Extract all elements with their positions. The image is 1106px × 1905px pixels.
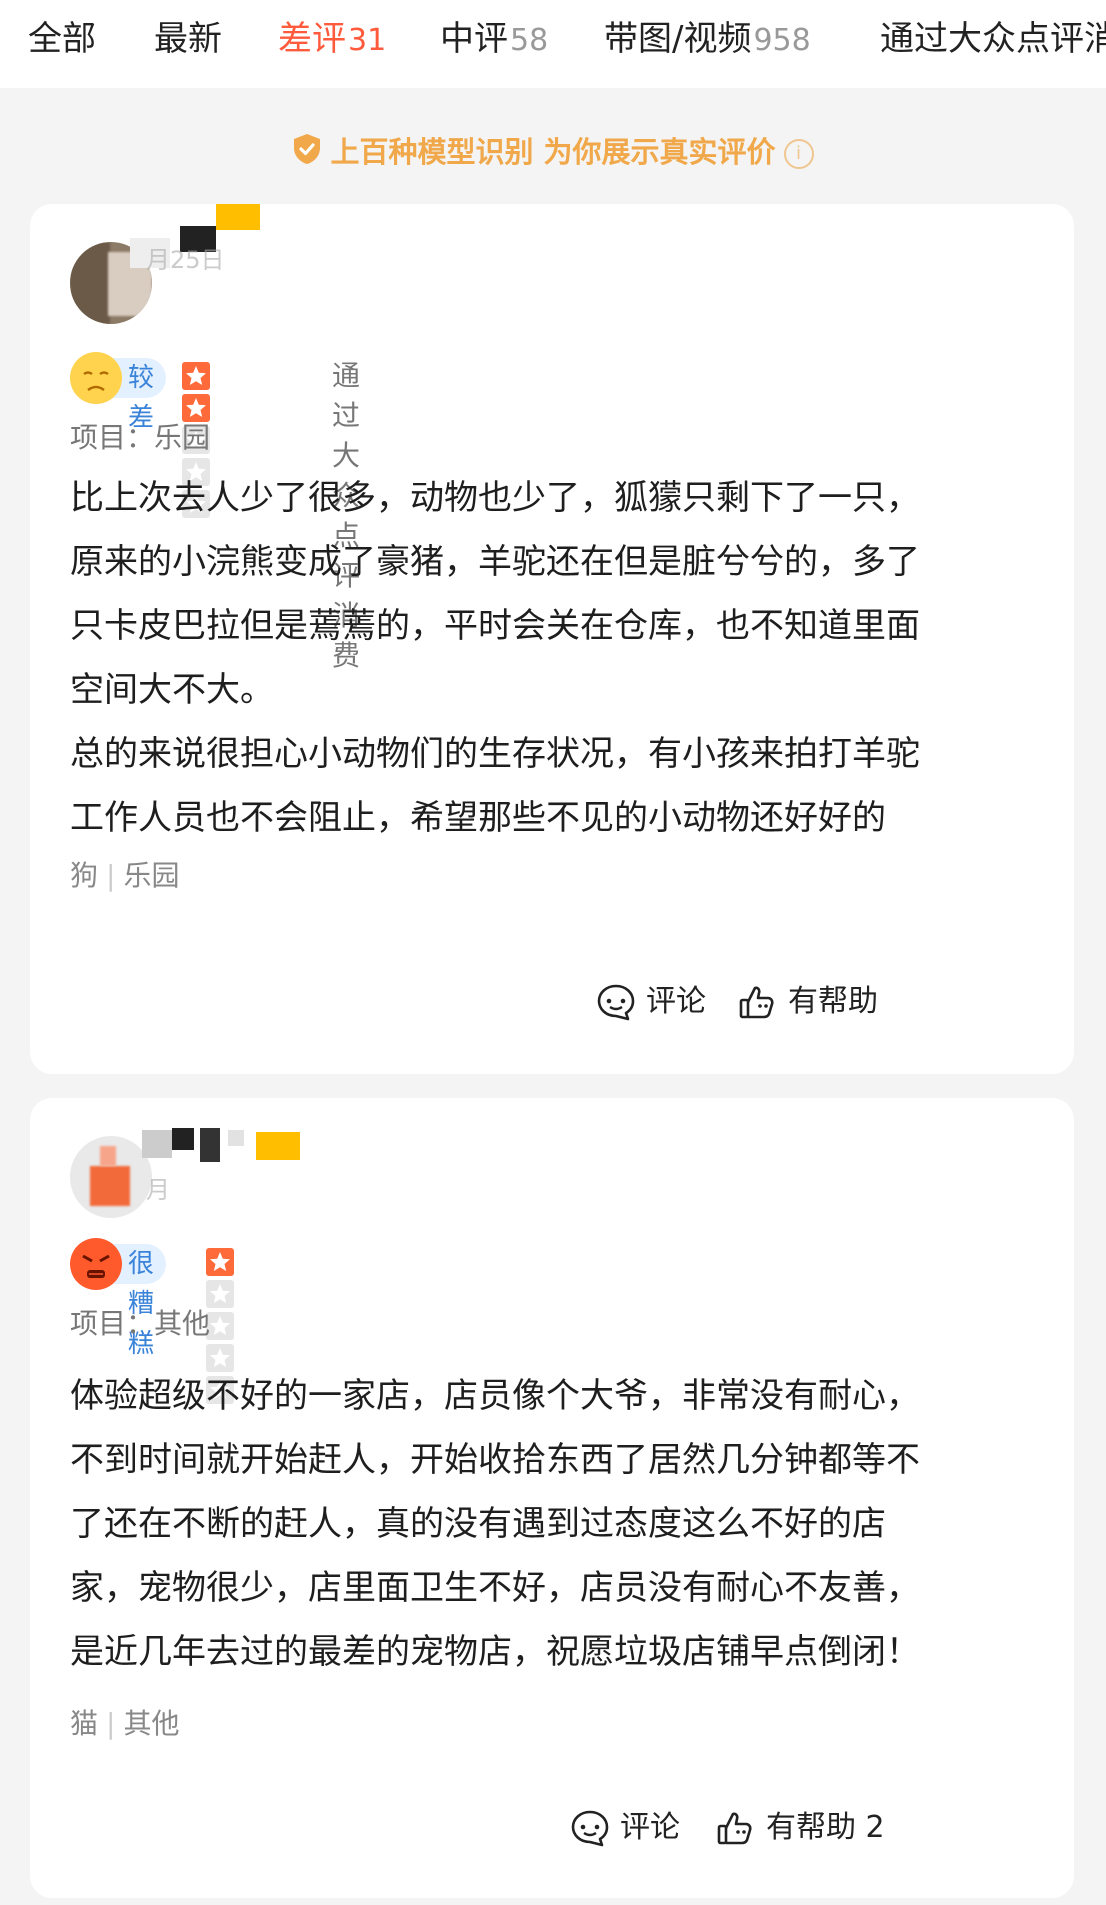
tab-all[interactable]: 全部 [28,14,96,64]
angry-face-icon [70,1238,122,1290]
tab-latest[interactable]: 最新 [154,14,222,64]
comment-icon [597,984,635,1021]
shield-check-icon [292,133,322,175]
project-line: 项目：乐园 [70,418,210,458]
review-date: 月25日 [146,246,225,274]
notice-text: 上百种模型识别 为你展示真实评价 [330,135,776,169]
review-card: 月25日 较差 通过大众点评消费 项目：乐园 比上次去人少了很多，动物也少了，狐… [30,204,1074,1074]
project-value: 其他 [154,1307,211,1340]
tag[interactable]: 其他 [123,1707,179,1740]
helpful-label: 有帮助 [788,984,878,1019]
star-empty-icon [206,1312,234,1340]
tab-negative[interactable]: 差评31 [278,14,386,66]
project-value: 乐园 [154,421,211,454]
tab-label: 最新 [154,19,222,59]
tab-count: 31 [348,23,387,58]
info-icon[interactable]: i [783,139,814,169]
tag[interactable]: 乐园 [123,859,179,892]
tab-via-dianping[interactable]: 通过大众点评消 [880,14,1106,64]
project-line: 项目：其他 [70,1304,210,1344]
project-label: 项目： [70,421,155,454]
review-card: 月 很糟糕 项目：其他 体验超级不好的一家店，店员像个大爷，非常没有耐心， 不到… [30,1098,1074,1898]
tab-photo-video[interactable]: 带图/视频958 [604,14,811,66]
tab-neutral[interactable]: 中评58 [440,14,548,66]
thumbs-up-icon [739,986,774,1019]
comment-label: 评论 [620,1810,680,1845]
comment-label: 评论 [646,984,706,1019]
tab-label: 中评 [440,19,508,59]
star-filled-icon [206,1248,234,1276]
helpful-label: 有帮助 2 [766,1810,885,1845]
tab-label: 差评 [278,19,346,59]
review-text[interactable]: 比上次去人少了很多，动物也少了，狐獴只剩下了一只， 原来的小浣熊变成了豪猪，羊驼… [70,466,1040,850]
review-tags: 猫 | 其他 [70,1707,180,1740]
avatar[interactable] [70,1136,152,1218]
unhappy-face-icon [70,352,122,404]
authenticity-notice: 上百种模型识别 为你展示真实评价 i [0,132,1106,175]
tab-count: 58 [510,23,549,58]
review-tags: 狗 | 乐园 [70,859,180,892]
tab-label: 全部 [28,19,96,59]
tab-label: 通过大众点评消 [880,19,1106,59]
review-filter-tabs: 全部 最新 差评31 中评58 带图/视频958 通过大众点评消 [0,0,1106,88]
star-empty-icon [206,1280,234,1308]
review-text[interactable]: 体验超级不好的一家店，店员像个大爷，非常没有耐心， 不到时间就开始赶人，开始收拾… [70,1364,1040,1684]
tab-label: 带图/视频 [604,19,752,59]
tag[interactable]: 狗 [70,859,98,892]
thumbs-up-icon [717,1812,752,1845]
project-label: 项目： [70,1307,155,1340]
star-filled-icon [182,362,210,390]
review-date: 月 [146,1176,170,1204]
tab-count: 958 [753,23,811,58]
comment-icon [571,1810,609,1847]
tag[interactable]: 猫 [70,1707,98,1740]
